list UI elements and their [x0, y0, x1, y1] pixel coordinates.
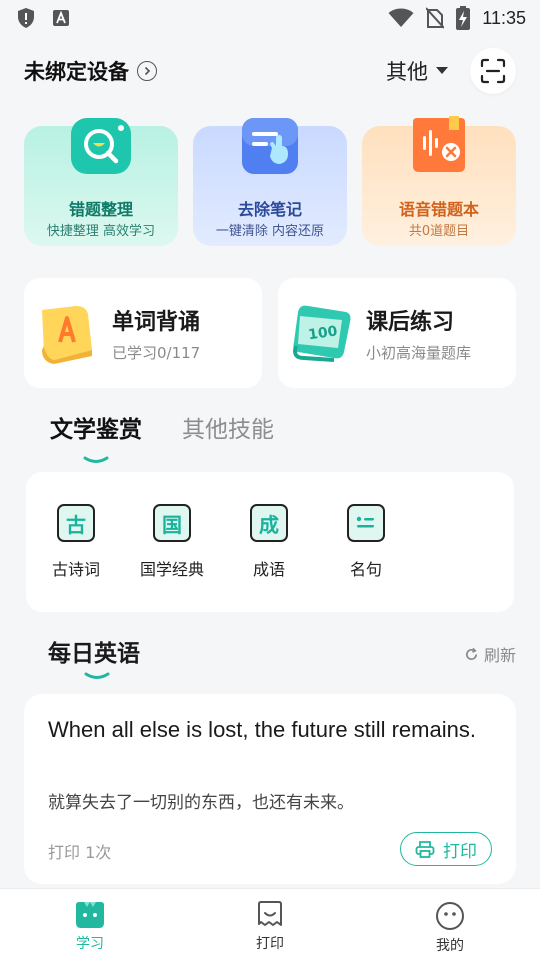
word-book-icon: [42, 306, 92, 364]
feature-title: 语音错题本: [398, 200, 479, 219]
feature-subtitle: 一键清除 内容还原: [215, 224, 325, 239]
famous-quotes-icon: [347, 504, 385, 542]
battery-charging-icon: [456, 6, 471, 30]
quote-chinese: 就算失去了一切别的东西，也还有未来。: [48, 793, 354, 813]
ancient-poetry-icon: 古: [57, 504, 95, 542]
other-dropdown-label: 其他: [386, 60, 428, 84]
no-sim-icon: [426, 7, 445, 29]
after-class-practice-card[interactable]: 100 课后练习 小初高海量题库: [278, 278, 516, 388]
mid-card-title: 单词背诵: [112, 310, 201, 335]
tab-label: 文学鉴赏: [50, 417, 142, 443]
shield-alert-icon: [18, 8, 34, 28]
study-icon: [76, 902, 104, 928]
device-title[interactable]: 未绑定设备: [24, 56, 129, 86]
mid-card-title: 课后练习: [366, 310, 455, 335]
mid-card-subtitle: 已学习0/117: [112, 344, 201, 362]
scan-icon: [480, 58, 506, 84]
magnifier-icon: [71, 118, 131, 174]
feature-title: 错题整理: [68, 200, 133, 219]
print-button[interactable]: 打印: [400, 832, 492, 866]
lit-item-label: 古诗词: [51, 560, 100, 579]
status-bar: 11:35: [0, 0, 540, 36]
keyboard-a-icon: [53, 10, 69, 26]
wifi-icon: [388, 8, 414, 27]
lit-item-classics[interactable]: 国 国学经典: [122, 504, 222, 580]
tab-active-indicator: [83, 456, 109, 463]
exercise-scroll-icon: 100: [293, 305, 351, 362]
feature-title: 去除笔记: [237, 200, 302, 219]
tab-literature[interactable]: 文学鉴赏: [44, 410, 148, 463]
nav-print[interactable]: 打印: [180, 889, 360, 960]
section-indicator: [84, 672, 110, 679]
lit-item-label: 国学经典: [139, 560, 204, 579]
daily-quote-card: When all else is lost, the future still …: [24, 694, 516, 884]
nav-label: 打印: [256, 936, 284, 952]
literature-panel: 古 古诗词 国 国学经典 成 成语 名句: [26, 472, 514, 612]
print-count: 打印 1次: [48, 843, 112, 862]
print-nav-icon: [258, 901, 282, 926]
voice-book-icon: [413, 116, 465, 172]
category-tabs: 文学鉴赏 其他技能: [44, 410, 280, 463]
lit-item-famous-quotes[interactable]: 名句: [316, 504, 416, 580]
feature-subtitle: 共0道题目: [408, 224, 470, 239]
profile-face-icon: [436, 902, 464, 930]
lit-item-idioms[interactable]: 成 成语: [219, 504, 319, 580]
daily-english-header: 每日英语 刷新: [48, 634, 518, 679]
scan-button[interactable]: [470, 48, 516, 94]
mid-card-row: 单词背诵 已学习0/117 100 课后练习 小初高海量题库: [24, 278, 516, 388]
daily-english-title: 每日英语: [48, 641, 140, 667]
classics-icon: 国: [153, 504, 191, 542]
other-dropdown[interactable]: 其他: [386, 56, 448, 86]
nav-label: 我的: [436, 938, 464, 954]
feature-row: 错题整理 快捷整理 高效学习 去除笔记 一键清除 内容还原 语音错题本 共0道题…: [24, 116, 516, 246]
printer-icon: [415, 841, 435, 858]
clock-time: 11:35: [482, 7, 526, 28]
nav-label: 学习: [76, 936, 104, 952]
app-header: 未绑定设备 其他: [0, 40, 540, 102]
nav-study[interactable]: 学习: [0, 889, 180, 960]
eraser-hand-icon: [242, 118, 298, 174]
nav-mine[interactable]: 我的: [360, 889, 540, 960]
refresh-label: 刷新: [483, 646, 516, 665]
tab-other-skills[interactable]: 其他技能: [176, 410, 280, 458]
lit-item-label: 名句: [349, 560, 382, 579]
feature-remove-notes[interactable]: 去除笔记 一键清除 内容还原: [193, 118, 347, 246]
feature-subtitle: 快捷整理 高效学习: [46, 224, 156, 239]
chevron-right-icon[interactable]: [137, 61, 157, 81]
refresh-icon: [465, 647, 478, 660]
feature-wrong-questions[interactable]: 错题整理 快捷整理 高效学习: [24, 118, 178, 246]
caret-down-icon: [436, 67, 448, 74]
lit-item-ancient-poetry[interactable]: 古 古诗词: [26, 504, 126, 580]
refresh-button[interactable]: 刷新: [464, 642, 516, 666]
bottom-navigation: 学习 打印 我的: [0, 888, 540, 960]
tab-label: 其他技能: [182, 417, 274, 443]
mid-card-subtitle: 小初高海量题库: [366, 344, 472, 362]
word-recite-card[interactable]: 单词背诵 已学习0/117: [24, 278, 262, 388]
quote-english: When all else is lost, the future still …: [48, 717, 476, 742]
idioms-icon: 成: [250, 504, 288, 542]
feature-voice-book[interactable]: 语音错题本 共0道题目: [362, 116, 516, 246]
print-button-label: 打印: [443, 841, 477, 862]
lit-item-label: 成语: [252, 560, 285, 579]
